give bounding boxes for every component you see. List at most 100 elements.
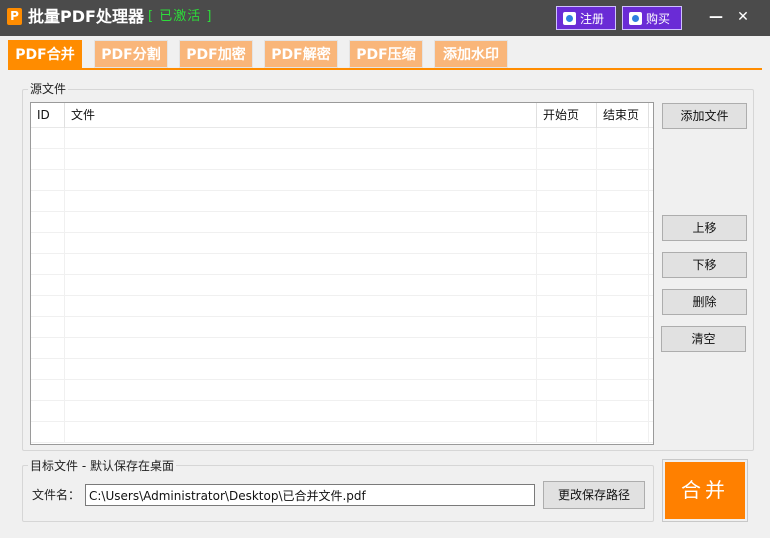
table-row[interactable] (31, 338, 653, 359)
add-file-button[interactable]: 添加文件 (662, 103, 747, 129)
table-cell (31, 212, 65, 233)
merge-button[interactable]: 合并 (665, 462, 745, 519)
table-cell (65, 128, 537, 149)
table-cell (65, 212, 537, 233)
tab-underline (8, 68, 762, 70)
source-group-label: 源文件 (28, 82, 69, 96)
table-cell (597, 338, 649, 359)
file-name-input[interactable] (85, 484, 535, 506)
table-cell (65, 359, 537, 380)
tab-pdf-split[interactable]: PDF分割 (94, 40, 168, 68)
table-cell (537, 212, 597, 233)
table-cell (31, 296, 65, 317)
tab-pdf-encrypt[interactable]: PDF加密 (179, 40, 253, 68)
tab-pdf-merge[interactable]: PDF合并 (8, 40, 82, 68)
target-group-label: 目标文件 - 默认保存在桌面 (28, 459, 176, 473)
table-row[interactable] (31, 254, 653, 275)
cart-icon (629, 11, 642, 25)
table-body (31, 128, 653, 443)
table-cell (537, 191, 597, 212)
table-row[interactable] (31, 191, 653, 212)
column-file[interactable]: 文件 (65, 103, 537, 128)
table-cell (537, 170, 597, 191)
table-cell (537, 275, 597, 296)
table-cell (31, 191, 65, 212)
app-title: 批量PDF处理器 (28, 7, 144, 26)
table-row[interactable] (31, 380, 653, 401)
table-cell (537, 380, 597, 401)
minimize-button[interactable]: — (706, 8, 726, 26)
column-start-page[interactable]: 开始页 (537, 103, 597, 128)
table-row[interactable] (31, 401, 653, 422)
table-cell (65, 317, 537, 338)
table-cell (597, 275, 649, 296)
title-bar: P 批量PDF处理器 [ 已激活 ] 注册 购买 — ✕ (0, 0, 770, 36)
table-cell (597, 422, 649, 443)
table-row[interactable] (31, 275, 653, 296)
delete-button[interactable]: 删除 (662, 289, 747, 315)
table-row[interactable] (31, 296, 653, 317)
tab-pdf-compress[interactable]: PDF压缩 (349, 40, 423, 68)
move-up-button[interactable]: 上移 (662, 215, 747, 241)
table-cell (597, 254, 649, 275)
table-cell (597, 296, 649, 317)
table-cell (597, 170, 649, 191)
table-cell (31, 170, 65, 191)
table-cell (31, 380, 65, 401)
table-cell (537, 128, 597, 149)
table-cell (537, 149, 597, 170)
close-button[interactable]: ✕ (733, 8, 753, 26)
table-cell (65, 149, 537, 170)
table-cell (597, 359, 649, 380)
table-header: ID 文件 开始页 结束页 (31, 103, 653, 128)
tab-pdf-decrypt[interactable]: PDF解密 (264, 40, 338, 68)
table-cell (65, 380, 537, 401)
table-row[interactable] (31, 233, 653, 254)
table-cell (597, 191, 649, 212)
buy-label: 购买 (646, 11, 671, 26)
register-button[interactable]: 注册 (556, 6, 616, 30)
table-row[interactable] (31, 422, 653, 443)
table-row[interactable] (31, 149, 653, 170)
table-cell (537, 338, 597, 359)
table-row[interactable] (31, 128, 653, 149)
change-save-path-button[interactable]: 更改保存路径 (543, 481, 645, 509)
table-row[interactable] (31, 317, 653, 338)
table-cell (597, 317, 649, 338)
table-cell (65, 296, 537, 317)
table-cell (537, 296, 597, 317)
move-down-button[interactable]: 下移 (662, 252, 747, 278)
table-cell (537, 317, 597, 338)
table-cell (597, 401, 649, 422)
table-cell (31, 275, 65, 296)
buy-button[interactable]: 购买 (622, 6, 682, 30)
table-cell (597, 233, 649, 254)
table-cell (65, 233, 537, 254)
table-cell (31, 401, 65, 422)
tab-add-watermark[interactable]: 添加水印 (434, 40, 508, 68)
clear-button[interactable]: 清空 (661, 326, 746, 352)
table-cell (537, 422, 597, 443)
table-cell (31, 317, 65, 338)
table-cell (65, 338, 537, 359)
table-cell (65, 254, 537, 275)
table-cell (31, 233, 65, 254)
table-cell (537, 359, 597, 380)
table-cell (65, 401, 537, 422)
merge-button-frame: 合并 (662, 459, 748, 522)
column-end-page[interactable]: 结束页 (597, 103, 649, 128)
table-row[interactable] (31, 212, 653, 233)
table-cell (31, 359, 65, 380)
source-file-table[interactable]: ID 文件 开始页 结束页 (30, 102, 654, 445)
table-cell (31, 128, 65, 149)
table-cell (31, 422, 65, 443)
table-cell (597, 128, 649, 149)
table-cell (65, 191, 537, 212)
register-icon (563, 11, 576, 25)
register-label: 注册 (580, 11, 605, 26)
column-id[interactable]: ID (31, 103, 65, 128)
table-row[interactable] (31, 170, 653, 191)
table-cell (65, 422, 537, 443)
table-cell (31, 254, 65, 275)
table-row[interactable] (31, 359, 653, 380)
